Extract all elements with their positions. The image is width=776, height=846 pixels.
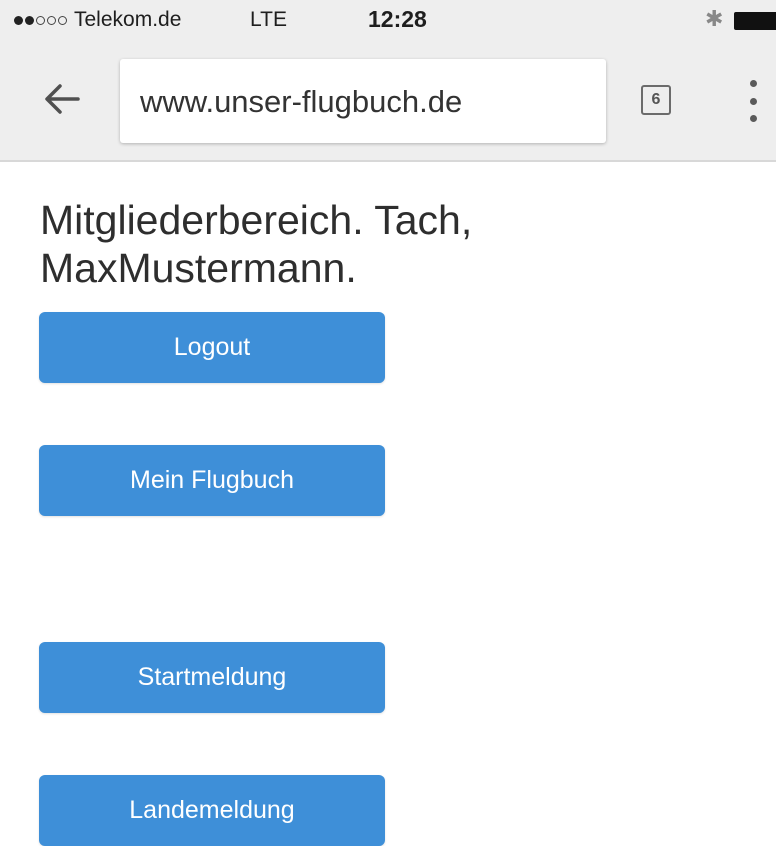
url-bar[interactable]: www.unser-flugbuch.de: [120, 59, 606, 143]
bluetooth-icon: ✱: [705, 6, 724, 31]
tab-switcher-button[interactable]: 6: [641, 85, 671, 115]
menu-dot: [749, 115, 757, 122]
menu-dot: [749, 80, 757, 87]
back-button[interactable]: [38, 74, 88, 124]
startmeldung-button[interactable]: Startmeldung: [39, 642, 385, 713]
signal-dot: [36, 15, 45, 25]
status-time: 12:28: [368, 6, 427, 32]
signal-dot: [14, 15, 23, 25]
overflow-menu-button[interactable]: [738, 80, 768, 122]
status-bar: Telekom.de LTE 12:28 ✱: [0, 0, 776, 40]
menu-dot: [749, 97, 757, 105]
signal-strength-icon: [14, 14, 69, 26]
landemeldung-button[interactable]: Landemeldung: [39, 775, 385, 846]
battery-icon: [734, 12, 776, 30]
carrier-name: Telekom.de: [74, 8, 182, 31]
logout-button[interactable]: Logout: [39, 312, 385, 383]
url-text: www.unser-flugbuch.de: [140, 84, 463, 119]
browser-toolbar: www.unser-flugbuch.de 6: [0, 40, 776, 162]
signal-dot: [58, 15, 67, 25]
signal-dot: [25, 15, 34, 25]
mein-flugbuch-button[interactable]: Mein Flugbuch: [39, 445, 385, 516]
signal-dot: [47, 15, 56, 25]
page-title: Mitgliederbereich. Tach, MaxMustermann.: [40, 197, 473, 291]
back-arrow-icon: [45, 84, 80, 114]
network-type: LTE: [250, 8, 287, 31]
